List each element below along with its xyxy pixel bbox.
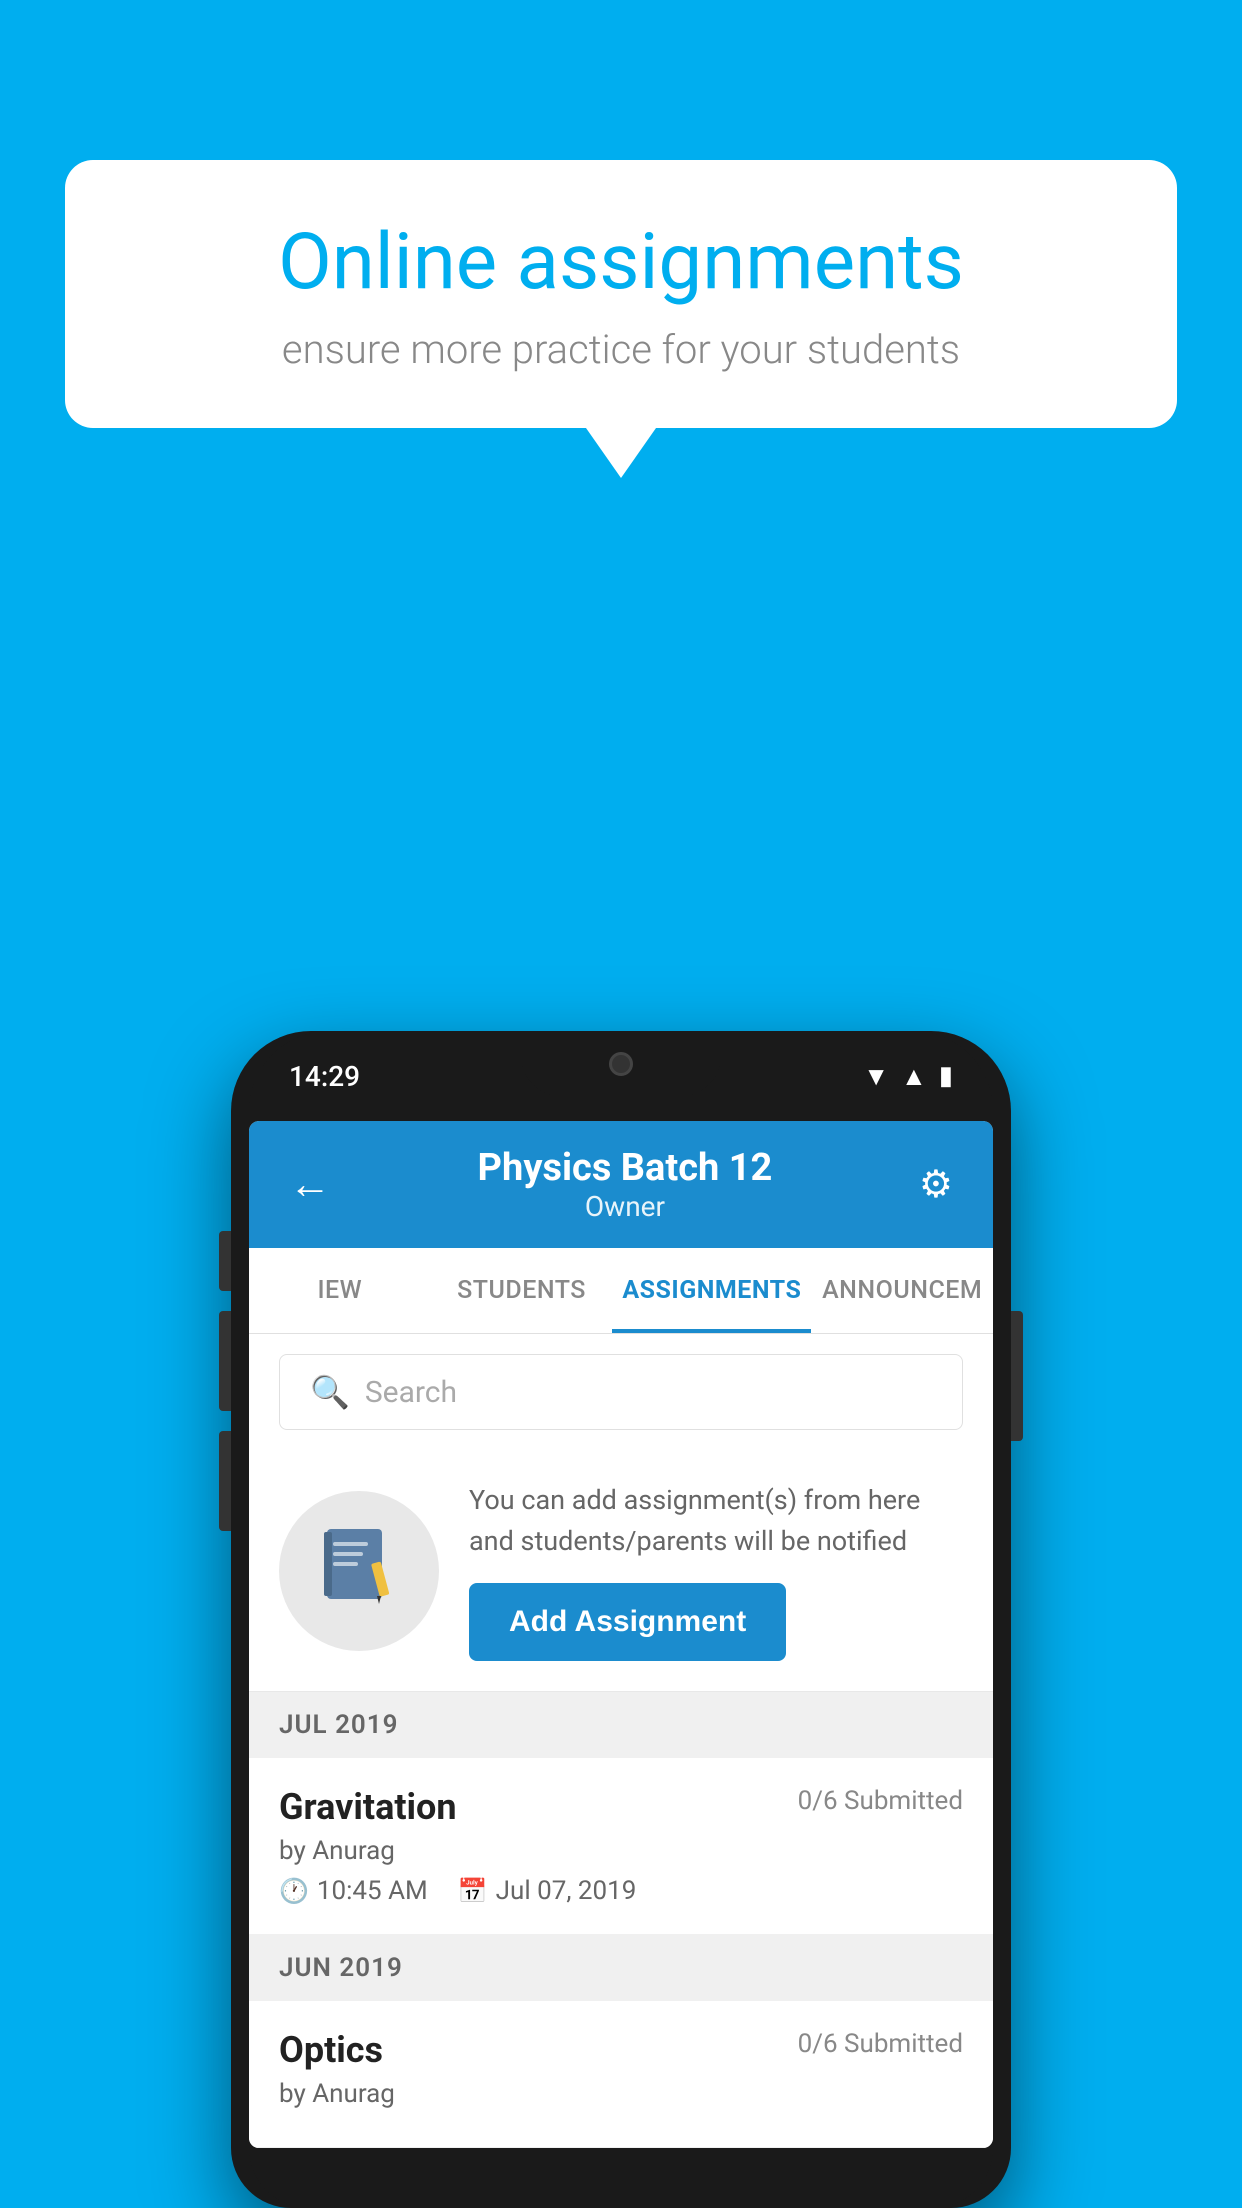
calendar-icon: 📅 xyxy=(458,1877,488,1905)
tab-announcements[interactable]: ANNOUNCEM xyxy=(811,1248,993,1333)
assignment-icon-inner xyxy=(319,1524,399,1618)
month-header-jul: JUL 2019 xyxy=(249,1692,993,1758)
tab-iew[interactable]: IEW xyxy=(249,1248,431,1333)
header-title: Physics Batch 12 xyxy=(331,1146,919,1190)
speech-bubble-title: Online assignments xyxy=(135,220,1107,306)
side-button-left-1 xyxy=(219,1231,231,1291)
assignment-row-top: Gravitation 0/6 Submitted xyxy=(279,1786,963,1828)
signal-icon: ▲ xyxy=(901,1061,927,1092)
side-button-right xyxy=(1011,1311,1023,1441)
header-subtitle: Owner xyxy=(331,1190,919,1223)
add-assignment-section: You can add assignment(s) from here and … xyxy=(249,1450,993,1692)
assignment-icon-circle xyxy=(279,1491,439,1651)
phone-frame: 14:29 ▼ ▲ ▮ ← Physics Batch 12 Owner ⚙ xyxy=(231,1031,1011,2208)
side-button-left-2 xyxy=(219,1311,231,1411)
assignment-by-optics: by Anurag xyxy=(279,2079,963,2109)
assignment-item-gravitation[interactable]: Gravitation 0/6 Submitted by Anurag 🕐 10… xyxy=(249,1758,993,1935)
assignment-submitted-gravitation: 0/6 Submitted xyxy=(798,1786,963,1816)
meta-time-gravitation: 🕐 10:45 AM xyxy=(279,1876,428,1906)
assignment-time-gravitation: 10:45 AM xyxy=(317,1876,428,1906)
add-assignment-description: You can add assignment(s) from here and … xyxy=(469,1480,963,1561)
assignment-name-gravitation: Gravitation xyxy=(279,1786,457,1828)
app-header: ← Physics Batch 12 Owner ⚙ xyxy=(249,1121,993,1248)
speech-bubble-pointer xyxy=(586,428,656,478)
side-button-left-3 xyxy=(219,1431,231,1531)
speech-bubble-subtitle: ensure more practice for your students xyxy=(135,326,1107,373)
meta-date-gravitation: 📅 Jul 07, 2019 xyxy=(458,1876,637,1906)
phone-bottom xyxy=(249,2148,993,2208)
tab-assignments[interactable]: ASSIGNMENTS xyxy=(612,1248,811,1333)
assignment-meta-gravitation: 🕐 10:45 AM 📅 Jul 07, 2019 xyxy=(279,1876,963,1906)
assignment-name-optics: Optics xyxy=(279,2029,383,2071)
tab-students[interactable]: STUDENTS xyxy=(431,1248,613,1333)
add-assignment-button[interactable]: Add Assignment xyxy=(469,1583,786,1661)
status-time: 14:29 xyxy=(289,1060,360,1093)
notebook-svg xyxy=(319,1524,399,1614)
speech-bubble-container: Online assignments ensure more practice … xyxy=(65,160,1177,478)
tabs-bar: IEW STUDENTS ASSIGNMENTS ANNOUNCEM xyxy=(249,1248,993,1334)
assignment-submitted-optics: 0/6 Submitted xyxy=(798,2029,963,2059)
add-assignment-content: You can add assignment(s) from here and … xyxy=(469,1480,963,1661)
phone-wrapper: 14:29 ▼ ▲ ▮ ← Physics Batch 12 Owner ⚙ xyxy=(231,1031,1011,2208)
status-icons: ▼ ▲ ▮ xyxy=(863,1061,953,1092)
assignment-date-gravitation: Jul 07, 2019 xyxy=(496,1876,637,1906)
header-title-group: Physics Batch 12 Owner xyxy=(331,1146,919,1223)
search-bar[interactable]: 🔍 Search xyxy=(279,1354,963,1430)
phone-screen: ← Physics Batch 12 Owner ⚙ IEW STUDENTS … xyxy=(249,1121,993,2148)
assignment-item-optics[interactable]: Optics 0/6 Submitted by Anurag xyxy=(249,2001,993,2148)
phone-camera xyxy=(609,1052,633,1076)
status-bar: 14:29 ▼ ▲ ▮ xyxy=(249,1031,993,1121)
clock-icon: 🕐 xyxy=(279,1877,309,1905)
battery-icon: ▮ xyxy=(939,1061,953,1091)
phone-notch xyxy=(521,1031,721,1096)
back-button[interactable]: ← xyxy=(289,1160,331,1209)
month-header-jun: JUN 2019 xyxy=(249,1935,993,2001)
settings-icon[interactable]: ⚙ xyxy=(919,1162,953,1207)
assignment-by-gravitation: by Anurag xyxy=(279,1836,963,1866)
assignment-row-top-optics: Optics 0/6 Submitted xyxy=(279,2029,963,2071)
search-container: 🔍 Search xyxy=(249,1334,993,1450)
wifi-icon: ▼ xyxy=(863,1061,889,1092)
search-input[interactable]: Search xyxy=(365,1375,457,1410)
search-icon: 🔍 xyxy=(310,1373,350,1411)
speech-bubble: Online assignments ensure more practice … xyxy=(65,160,1177,428)
